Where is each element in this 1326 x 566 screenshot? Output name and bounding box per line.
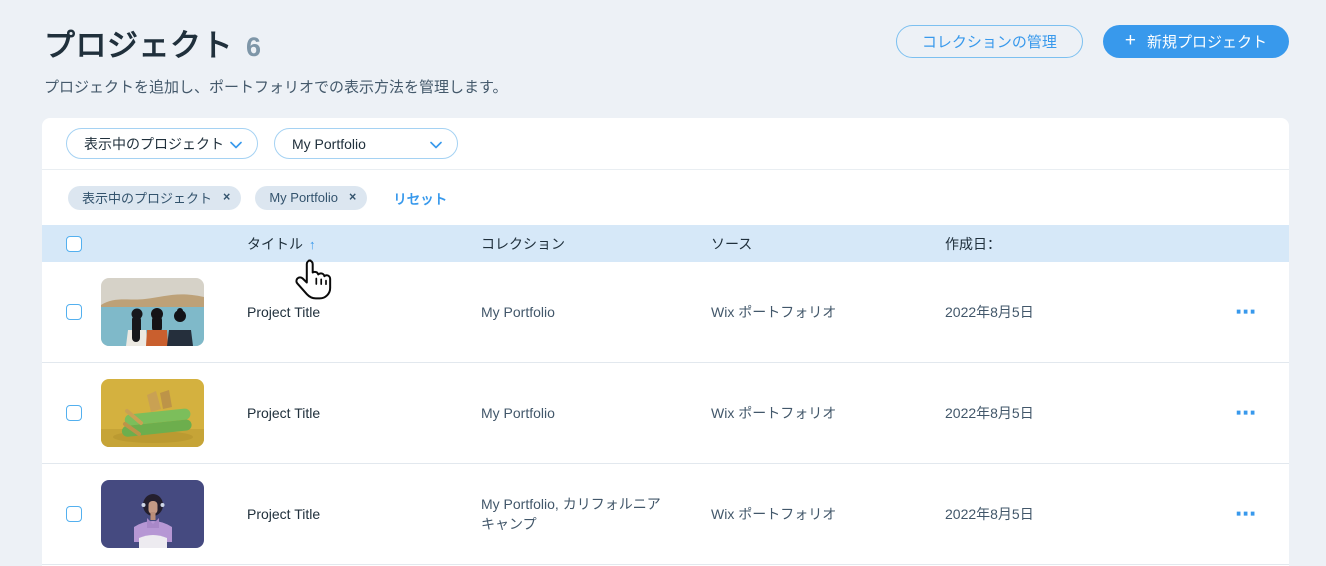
project-collection: My Portfolio — [481, 404, 555, 421]
project-title: Project Title — [247, 506, 321, 522]
dropdown-label: My Portfolio — [292, 135, 366, 152]
select-all-checkbox[interactable] — [66, 235, 82, 252]
manage-collections-button[interactable]: コレクションの管理 — [895, 25, 1083, 58]
filter-bar: 表示中のプロジェクト My Portfolio — [42, 118, 1289, 170]
close-icon[interactable]: × — [223, 191, 230, 204]
project-thumbnail-yellow-green-legs[interactable] — [101, 379, 204, 447]
column-header-title[interactable]: タイトル ↑ — [247, 234, 481, 254]
row-checkbox[interactable] — [66, 304, 82, 320]
sort-ascending-icon: ↑ — [309, 236, 316, 252]
page-header: プロジェクト 6 プロジェクトを追加し、ポートフォリオでの表示方法を管理します。 — [44, 20, 508, 97]
project-source: Wix ポートフォリオ — [711, 405, 837, 421]
column-header-source[interactable]: ソース — [711, 234, 945, 254]
project-title: Project Title — [247, 405, 321, 421]
visible-projects-dropdown[interactable]: 表示中のプロジェクト — [66, 128, 258, 159]
project-collection: My Portfolio — [481, 303, 555, 320]
projects-card: 表示中のプロジェクト My Portfolio 表示中のプロジェクト × My … — [42, 118, 1289, 566]
column-header-created[interactable]: 作成日： — [945, 234, 1235, 254]
header-actions: コレクションの管理 + 新規プロジェクト — [895, 25, 1289, 58]
row-actions-menu-icon[interactable]: ⋯ — [1235, 402, 1257, 425]
project-source: Wix ポートフォリオ — [711, 304, 837, 320]
project-thumbnail-lake-three-people[interactable] — [101, 278, 204, 346]
table-header-row: タイトル ↑ コレクション ソース 作成日： — [42, 225, 1289, 262]
dropdown-label: 表示中のプロジェクト — [84, 135, 224, 152]
close-icon[interactable]: × — [349, 191, 356, 204]
new-project-button[interactable]: + 新規プロジェクト — [1102, 25, 1289, 58]
filter-chip-visible-projects[interactable]: 表示中のプロジェクト × — [68, 185, 242, 210]
project-title: Project Title — [247, 304, 321, 320]
row-checkbox[interactable] — [66, 405, 82, 421]
table-row[interactable]: Project Title My Portfolio Wix ポートフォリオ 2… — [42, 363, 1289, 464]
row-actions-menu-icon[interactable]: ⋯ — [1235, 503, 1257, 526]
page-subtitle: プロジェクトを追加し、ポートフォリオでの表示方法を管理します。 — [44, 79, 508, 96]
chevron-down-icon — [430, 136, 442, 152]
project-created-date: 2022年8月5日 — [945, 304, 1034, 320]
reset-filters-link[interactable]: リセット — [393, 188, 447, 208]
new-project-label: 新規プロジェクト — [1146, 34, 1267, 51]
project-count: 6 — [246, 32, 262, 62]
project-collection: My Portfolio, カリフォルニアキャンプ — [481, 495, 661, 532]
active-filters-row: 表示中のプロジェクト × My Portfolio × リセット — [42, 170, 1289, 225]
project-source: Wix ポートフォリオ — [711, 506, 837, 522]
chip-label: 表示中のプロジェクト — [82, 191, 213, 206]
table-row[interactable]: Project Title My Portfolio, カリフォルニアキャンプ … — [42, 464, 1289, 565]
chip-label: My Portfolio — [269, 190, 338, 205]
row-checkbox[interactable] — [66, 506, 82, 522]
table-row[interactable]: Project Title My Portfolio Wix ポートフォリオ 2… — [42, 262, 1289, 363]
row-actions-menu-icon[interactable]: ⋯ — [1235, 301, 1257, 324]
project-created-date: 2022年8月5日 — [945, 405, 1034, 421]
project-thumbnail-purple-portrait[interactable] — [101, 480, 204, 548]
filter-chip-my-portfolio[interactable]: My Portfolio × — [255, 185, 368, 210]
plus-icon: + — [1124, 30, 1136, 51]
portfolio-dropdown[interactable]: My Portfolio — [274, 128, 458, 159]
project-created-date: 2022年8月5日 — [945, 506, 1034, 522]
column-header-collection[interactable]: コレクション — [481, 234, 711, 254]
page-title: プロジェクト — [44, 28, 233, 63]
chevron-down-icon — [230, 136, 242, 152]
